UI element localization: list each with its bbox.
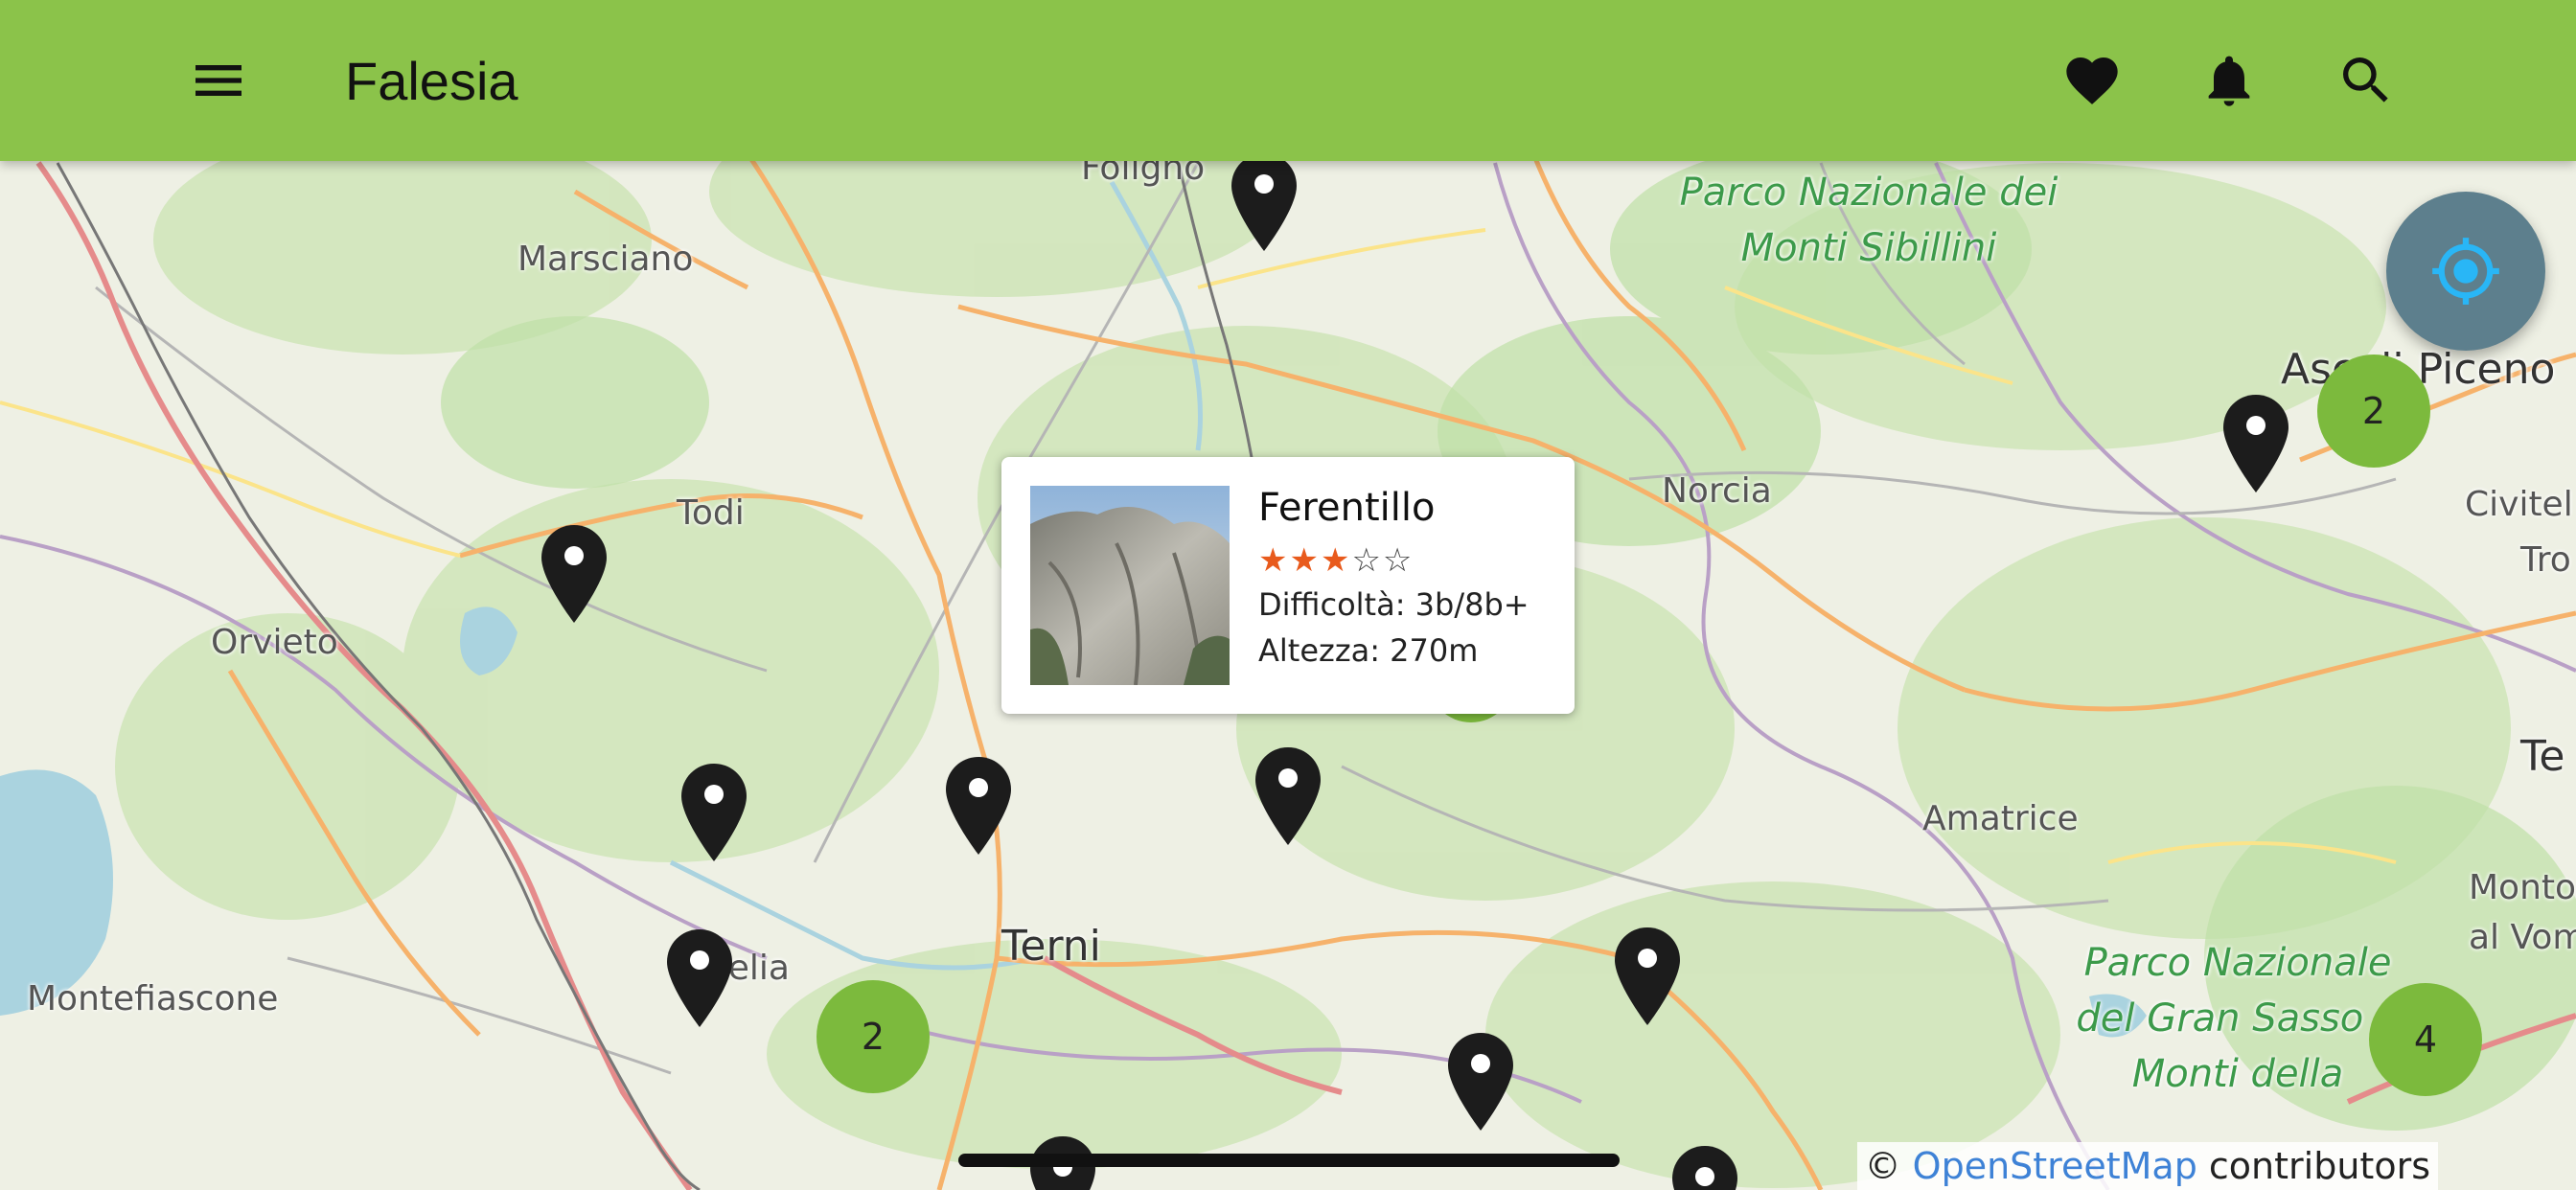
rating-stars-filled: ★★★ xyxy=(1258,541,1352,580)
menu-icon xyxy=(196,65,242,96)
cluster-marker[interactable]: 2 xyxy=(816,980,930,1093)
crag-marker[interactable] xyxy=(1255,747,1321,845)
map-label-te: Te xyxy=(2520,732,2565,781)
map-label-civitella: Civitel xyxy=(2465,485,2573,524)
map-label-montorio: Montori xyxy=(2469,868,2576,907)
crag-info-popup[interactable]: Ferentillo ★★★☆☆ Difficoltà: 3b/8b+ Alte… xyxy=(1001,457,1575,714)
crag-marker[interactable] xyxy=(1615,927,1680,1025)
favorites-button[interactable] xyxy=(2044,33,2140,128)
crag-height: Altezza: 270m xyxy=(1258,632,1479,669)
search-button[interactable] xyxy=(2318,33,2414,128)
map-label-park-gran-sasso: Parco Nazionale del Gran Sasso e Monti d… xyxy=(2076,941,2400,1096)
openstreetmap-link[interactable]: OpenStreetMap xyxy=(1913,1145,2197,1187)
map-label-terni: Terni xyxy=(1001,922,1101,971)
cluster-marker[interactable]: 4 xyxy=(2369,983,2482,1096)
map-label-marsciano: Marsciano xyxy=(518,240,694,279)
map-label-todi: Todi xyxy=(677,493,745,533)
crag-marker[interactable] xyxy=(1672,1146,1737,1190)
map-label-montefiascone: Montefiascone xyxy=(27,979,279,1018)
crag-photo xyxy=(1030,486,1230,685)
crag-marker[interactable] xyxy=(946,757,1011,855)
map-label-amatrice: Amatrice xyxy=(1922,799,2079,838)
crag-marker[interactable] xyxy=(541,525,607,623)
crosshair-icon xyxy=(2432,238,2499,305)
notifications-button[interactable] xyxy=(2181,33,2277,128)
map-attribution: © OpenStreetMap contributors xyxy=(1856,1142,2438,1190)
app-title: Falesia xyxy=(345,51,518,111)
map-label-norcia: Norcia xyxy=(1662,471,1772,511)
crag-marker[interactable] xyxy=(2223,395,2288,492)
map-label-tro: Tro xyxy=(2520,540,2571,580)
map-label-al-vomano: al Vomar xyxy=(2469,918,2576,957)
cluster-marker[interactable]: 2 xyxy=(2317,355,2430,468)
crag-marker[interactable] xyxy=(1231,153,1297,251)
crag-name: Ferentillo xyxy=(1258,486,1436,530)
rating-stars-empty: ☆☆ xyxy=(1351,541,1414,580)
locate-me-button[interactable] xyxy=(2386,192,2545,351)
heart-icon xyxy=(2066,57,2118,104)
attribution-prefix: © xyxy=(1864,1145,1913,1187)
map-label-orvieto: Orvieto xyxy=(211,623,338,662)
crag-difficulty: Difficoltà: 3b/8b+ xyxy=(1258,586,1530,623)
map-label-park-sibillini: Parco Nazionale dei Monti Sibillini xyxy=(1679,171,2058,270)
search-icon xyxy=(2343,57,2388,103)
home-indicator[interactable] xyxy=(958,1154,1620,1167)
bell-icon xyxy=(2208,56,2250,106)
app-bar: Falesia xyxy=(0,0,2576,161)
crag-marker[interactable] xyxy=(667,929,732,1027)
crag-marker[interactable] xyxy=(1448,1033,1513,1131)
attribution-suffix: contributors xyxy=(2196,1145,2430,1187)
menu-button[interactable] xyxy=(171,33,266,128)
rating-stars: ★★★☆☆ xyxy=(1258,541,1414,580)
crag-marker[interactable] xyxy=(681,764,747,861)
